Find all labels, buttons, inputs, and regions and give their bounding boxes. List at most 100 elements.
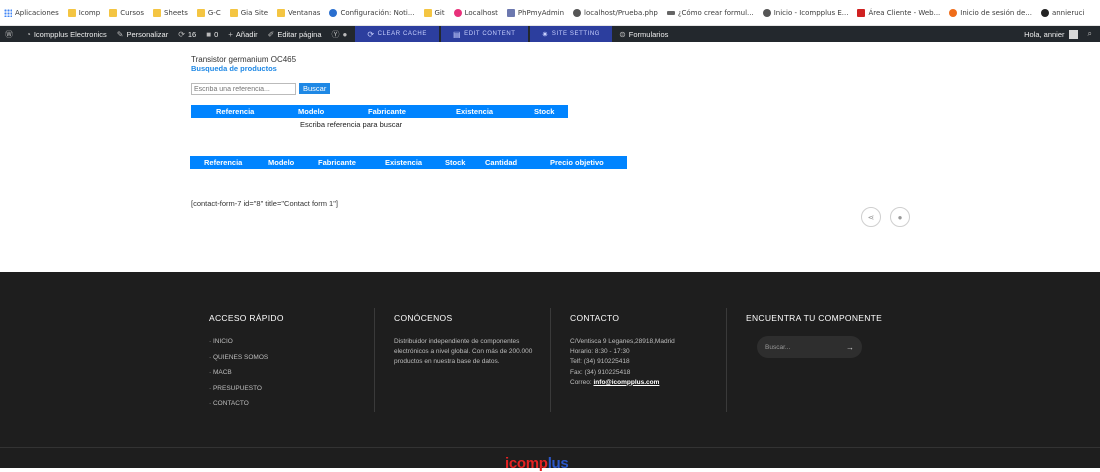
icompplus-logo[interactable]: icomplus [505,455,569,472]
comments-count: 0 [214,29,219,39]
search-title: Busqueda de productos [191,64,277,73]
bookmark-item[interactable]: ¿Cómo crear formul... [666,9,754,17]
yoast-link[interactable]: Ⓨ ● [327,26,356,42]
folder-icon [109,8,118,17]
share-button[interactable]: ⋖ [861,207,881,227]
bookmark-item[interactable]: Icomp [67,8,101,17]
quote-table-header: Referencia Modelo Fabricante Existencia Stoc… [190,156,627,169]
bookmark-label: Configuración: Noti... [340,8,415,17]
bookmark-label: Inicio - Icompplus E... [773,8,849,17]
bookmark-item[interactable]: Área Cliente - Web... [857,8,940,17]
quick-access-heading: ACCESO RÁPIDO [209,313,284,323]
footer-divider [374,308,375,412]
site-setting-label: SITE SETTING [551,31,601,37]
status-dot-icon: ● [342,29,348,39]
bookmark-label: Cursos [120,8,144,17]
bookmark-label: PhPmyAdmin [517,8,565,17]
product-subtitle: Transistor germanium OC465 [191,55,297,64]
clear-cache-button[interactable]: ⟳ CLEAR CACHE [355,26,439,42]
edit-page-link[interactable]: ✐ Editar página [263,26,327,42]
email-link[interactable]: info@icompplus.com [594,379,660,386]
reference-search-input[interactable] [191,83,296,95]
forms-link[interactable]: ⊜ Formularios [614,26,673,42]
bookmark-item[interactable]: Configuración: Noti... [329,8,415,17]
refresh-icon: ⟳ [178,29,185,39]
column-header: Fabricante [368,107,406,116]
bookmark-label: Sheets [163,8,188,17]
folder-icon [229,8,238,17]
site-footer: ACCESO RÁPIDO CONÓCENOS CONTACTO ENCUENT… [0,272,1100,472]
bookmark-label: Aplicaciones [15,8,59,17]
site-setting-button[interactable]: ✷ SITE SETTING [529,26,613,42]
folder-icon [67,8,76,17]
about-text: Distribuidor independiente de componente… [394,338,533,365]
column-header: Stock [534,107,555,116]
search-button[interactable]: Buscar [299,83,331,94]
bookmark-label: Icomp [78,8,101,17]
footer-link[interactable]: · QUIENES SOMOS [209,354,268,361]
phpmyadmin-icon [506,8,515,17]
folder-icon [423,8,432,17]
footer-link[interactable]: · CONTACTO [209,400,268,407]
bookmark-item[interactable]: PhPmyAdmin [506,8,565,17]
footer-link[interactable]: · MACB [209,369,268,376]
wp-admin-bar: Ⓦ ◔ Icompplus Electronics ✎ Personalizar ⟳… [0,26,1100,42]
contact-heading: CONTACTO [570,313,620,323]
chat-button[interactable]: ● [890,207,910,227]
updates-link[interactable]: ⟳ 16 [173,26,201,42]
forms-icon: ⊜ [619,29,626,39]
layout-icon: ▤ [452,29,462,39]
column-header: Existencia [385,158,423,167]
folder-icon [152,8,161,17]
site-name-label: Icompplus Electronics [33,29,107,39]
bookmark-label: Gia Site [240,8,269,17]
bookmark-item[interactable]: Git [423,8,445,17]
contact-email-row: Correo: info@icompplus.com [570,378,720,388]
footer-link[interactable]: · PRESUPUESTO [209,385,268,392]
footer-separator [0,447,1100,448]
contact-address: C/Ventisca 9 Leganes,28918,Madrid [570,338,675,345]
share-icon: ⋖ [867,212,875,222]
customize-label: Personalizar [126,29,169,39]
bookmark-item[interactable]: Ventanas [277,8,320,17]
brush-icon: ✎ [116,29,124,39]
wordpress-icon: Ⓦ [5,29,13,39]
footer-divider [726,308,727,412]
account-menu[interactable]: Hola, annier [1019,26,1082,42]
site-name-link[interactable]: ◔ Icompplus Electronics [21,26,112,42]
add-new-link[interactable]: + Añadir [223,26,262,42]
bookmark-item[interactable]: G-C [196,8,221,17]
bookmark-item[interactable]: Gia Site [229,8,269,17]
bookmark-item[interactable]: localhost/Prueba.php [573,8,658,17]
column-header: Cantidad [485,158,518,167]
wordpress-logo-button[interactable]: Ⓦ [0,26,21,42]
footer-link[interactable]: · INICIO [209,338,268,345]
apps-grid-icon [4,8,12,17]
admin-search-button[interactable]: ⌕ [1083,26,1100,42]
bookmark-label: Localhost [464,8,498,17]
bookmark-item[interactable]: Localhost [453,8,498,17]
bookmark-item[interactable]: Inicio - Icompplus E... [762,8,849,17]
bookmark-label: Git [434,8,445,17]
customize-link[interactable]: ✎ Personalizar [112,26,173,42]
avatar [1068,29,1078,39]
column-header: Stock [445,158,466,167]
footer-search-input[interactable]: Buscar... → [757,336,862,358]
arrow-right-icon[interactable]: → [846,343,854,352]
bookmark-item[interactable]: Aplicaciones [4,8,59,17]
find-component-heading: ENCUENTRA TU COMPONENTE [746,313,883,323]
bookmark-item[interactable]: Inicio de sesión de... [949,8,1032,17]
localhost-icon [453,8,462,17]
chat-icon: ● [897,212,903,222]
bookmark-item[interactable]: annieruci [1040,8,1085,17]
bookmarks-bar: Aplicaciones Icomp Cursos Sheets G-C Gia Site… [0,0,1100,26]
column-header: Existencia [456,107,494,116]
bookmark-label: annieruci [1051,8,1085,17]
search-icon: ⌕ [1087,29,1092,38]
quick-links: · INICIO · QUIENES SOMOS · MACB · PRESUPUES… [209,338,268,416]
comments-link[interactable]: ■ 0 [201,26,223,42]
clear-cache-label: CLEAR CACHE [377,31,427,37]
edit-content-button[interactable]: ▤ EDIT CONTENT [440,26,528,42]
bookmark-item[interactable]: Cursos [109,8,144,17]
bookmark-item[interactable]: Sheets [152,8,188,17]
